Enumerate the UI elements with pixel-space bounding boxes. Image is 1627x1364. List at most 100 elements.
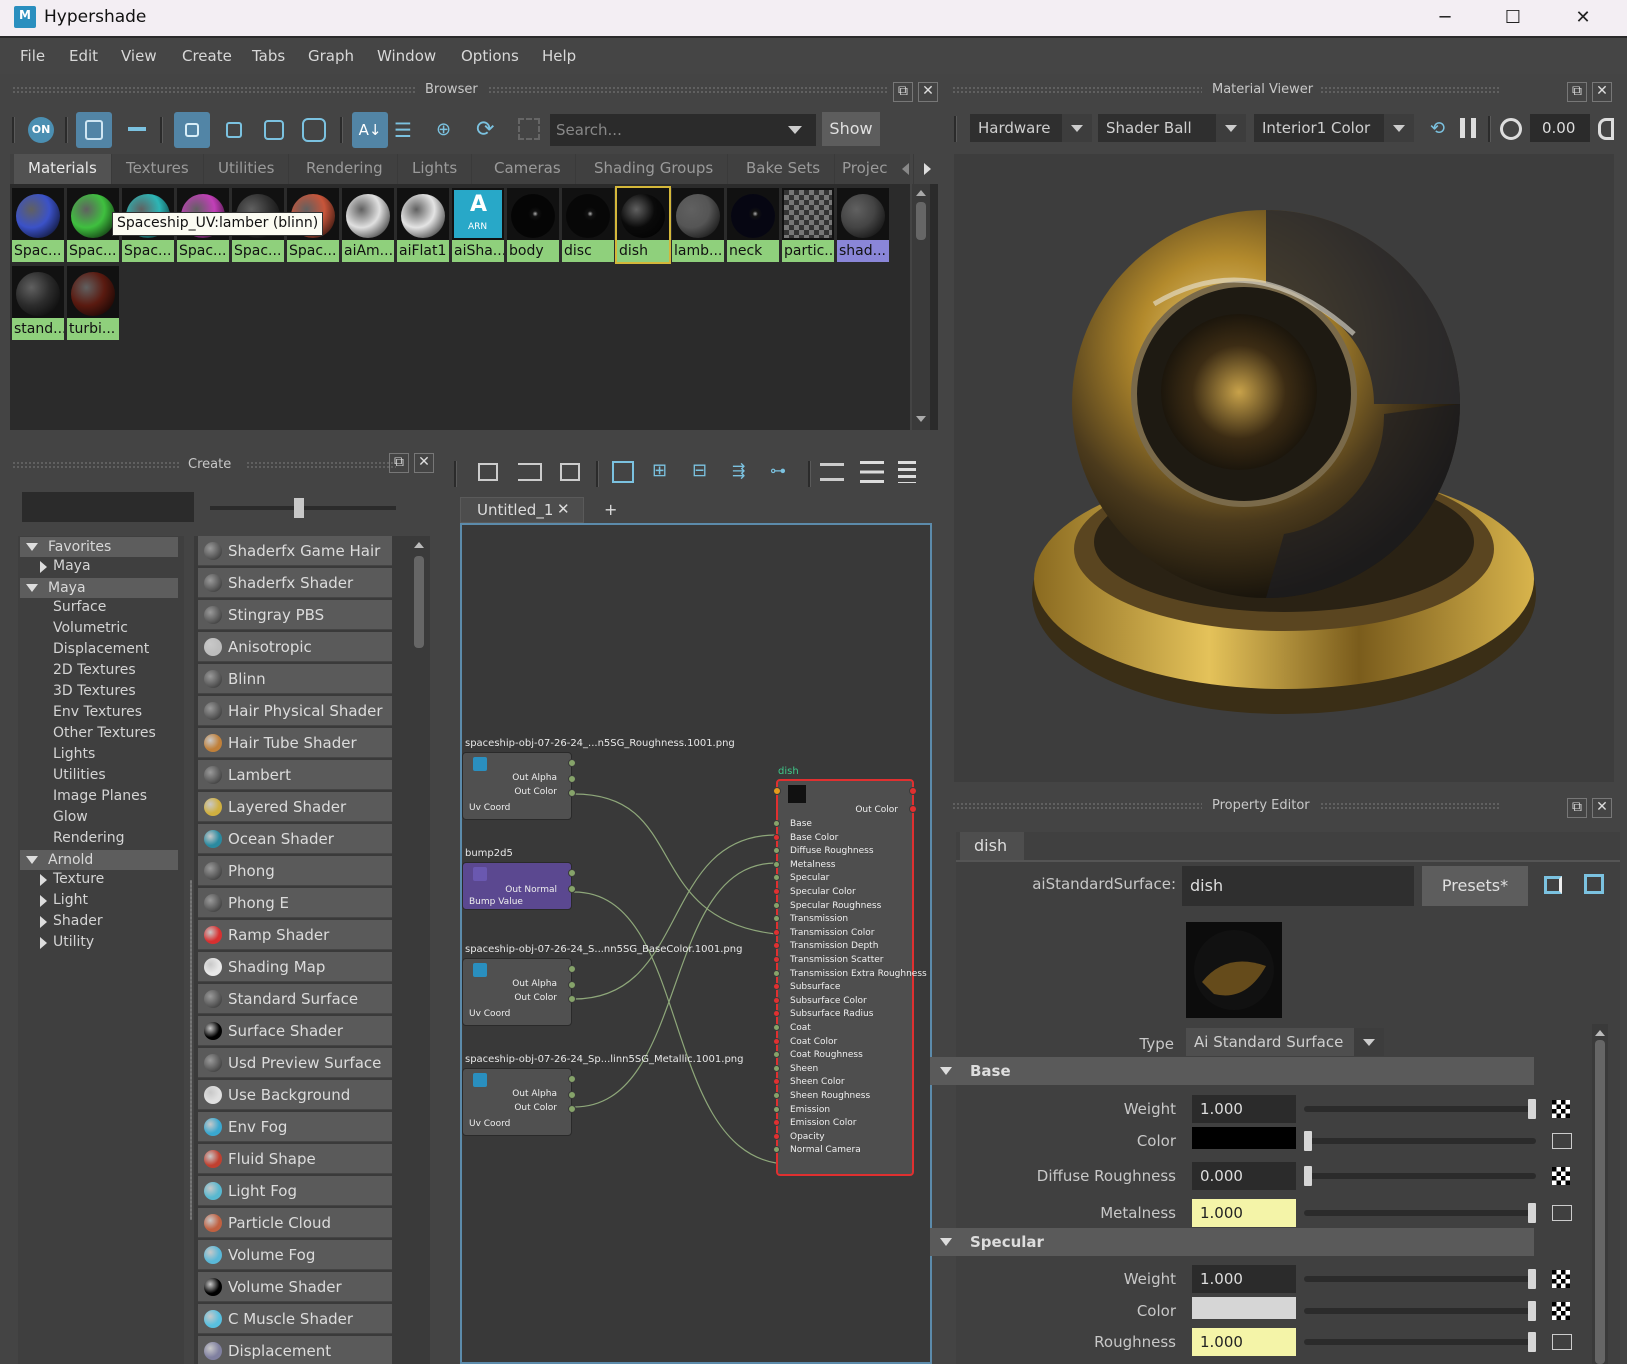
input-output-connections-icon[interactable]	[518, 463, 542, 481]
sort-by-name-button[interactable]: A↓	[352, 112, 388, 148]
attr-input-port[interactable]	[773, 820, 780, 827]
attr-input-port[interactable]	[773, 1132, 780, 1140]
browser-float-button[interactable]: ⧉	[893, 82, 913, 102]
attr-input-port[interactable]	[773, 1105, 780, 1113]
geometry-dropdown[interactable]: Shader Ball	[1098, 114, 1246, 142]
collapsed-icon[interactable]	[40, 874, 47, 886]
material-swatch[interactable]: partic...	[782, 188, 834, 262]
shader-list-item[interactable]: Volume Fog	[198, 1240, 392, 1270]
attr-input-port[interactable]	[773, 860, 780, 868]
property-slider[interactable]	[1304, 1276, 1536, 1282]
shader-list-item[interactable]: Shaderfx Shader	[198, 568, 392, 598]
create-filter-input[interactable]	[22, 492, 194, 522]
tree-favorites[interactable]: Favorites	[20, 537, 178, 557]
slider-knob[interactable]	[1528, 1269, 1536, 1289]
menu-view[interactable]: View	[121, 47, 157, 65]
attr-input-port[interactable]	[773, 956, 780, 963]
tree-item[interactable]: 2D Textures	[53, 662, 136, 678]
collapsed-icon[interactable]	[40, 561, 47, 573]
tree-item[interactable]: Shader	[53, 913, 103, 929]
renderer-dropdown[interactable]: Hardware	[970, 114, 1092, 142]
splitter-grip[interactable]	[190, 880, 192, 1220]
shader-list-item[interactable]: Use Background	[198, 1080, 392, 1110]
node-name-input[interactable]: dish	[1182, 866, 1414, 906]
layout-icon[interactable]: ⊶	[770, 461, 794, 481]
tab-materials[interactable]: Materials	[14, 154, 112, 184]
viewer-grip-right[interactable]	[1320, 86, 1500, 94]
output-connections-icon[interactable]	[560, 463, 580, 481]
material-swatch[interactable]: stand...	[12, 266, 64, 340]
shader-list-item[interactable]: Light Fog	[198, 1176, 392, 1206]
attr-input-port[interactable]	[773, 874, 780, 882]
attr-input-port[interactable]	[773, 1010, 780, 1018]
collapsed-icon[interactable]	[40, 895, 47, 907]
property-value-input[interactable]: 1.000	[1192, 1328, 1296, 1356]
tree-item[interactable]: Texture	[53, 871, 104, 887]
tree-arnold[interactable]: Arnold	[20, 850, 178, 870]
render-refresh-icon[interactable]: ⟲	[1430, 118, 1452, 140]
create-grip[interactable]	[12, 461, 180, 469]
viewer-grip[interactable]	[952, 86, 1202, 94]
property-value-input[interactable]: 0.000	[1192, 1162, 1296, 1190]
node-output-port[interactable]	[568, 1075, 576, 1083]
scroll-thumb[interactable]	[414, 556, 424, 648]
menu-graph[interactable]: Graph	[308, 47, 354, 65]
shader-list-item[interactable]: Blinn	[198, 664, 392, 694]
material-swatch[interactable]: A ARN aiSha...	[452, 188, 504, 262]
as-icons-button[interactable]	[76, 112, 112, 148]
shader-list-item[interactable]: Ramp Shader	[198, 920, 392, 950]
tree-item[interactable]: Lights	[53, 746, 95, 762]
slider-knob[interactable]	[1304, 1166, 1312, 1186]
dish-out-color-port[interactable]	[909, 805, 917, 813]
slider-knob[interactable]	[1304, 1131, 1312, 1151]
scroll-up-icon[interactable]	[414, 542, 424, 548]
shader-list-item[interactable]: Stingray PBS	[198, 600, 392, 630]
shader-list-item[interactable]: Usd Preview Surface	[198, 1048, 392, 1078]
tree-item[interactable]: Env Textures	[53, 704, 142, 720]
texture-node[interactable]: Out Alpha Out Color Uv Coord	[462, 752, 576, 820]
texture-node[interactable]: Out Normal Bump Value	[462, 862, 576, 910]
menu-window[interactable]: Window	[377, 47, 436, 65]
presets-button[interactable]: Presets*	[1422, 866, 1528, 906]
dish-input-port[interactable]	[773, 787, 781, 795]
simple-view-icon[interactable]	[820, 463, 844, 481]
attr-input-port[interactable]	[773, 1051, 780, 1059]
scroll-down-icon[interactable]	[916, 416, 926, 422]
browser-grip[interactable]	[12, 86, 417, 94]
shader-list-item[interactable]: C Muscle Shader	[198, 1304, 392, 1334]
tree-item[interactable]: Rendering	[53, 830, 125, 846]
tab-untitled[interactable]: Untitled_1 ✕	[460, 497, 584, 523]
attr-input-port[interactable]	[773, 888, 780, 895]
close-tab-icon[interactable]: ✕	[557, 500, 570, 518]
shader-list-item[interactable]: Shaderfx Game Hair	[198, 536, 392, 566]
shader-list-item[interactable]: Hair Physical Shader	[198, 696, 392, 726]
shader-list-item[interactable]: Shading Map	[198, 952, 392, 982]
type-dropdown[interactable]: Ai Standard Surface	[1186, 1028, 1384, 1056]
node-output-port[interactable]	[568, 789, 576, 797]
menu-tabs[interactable]: Tabs	[252, 47, 285, 65]
property-slider[interactable]	[1304, 1138, 1536, 1144]
attr-input-port[interactable]	[773, 996, 780, 1004]
browser-grip-right[interactable]	[488, 86, 888, 94]
viewer-close-button[interactable]: ✕	[1592, 82, 1612, 102]
slider-knob[interactable]	[1528, 1301, 1536, 1321]
search-dropdown-icon[interactable]	[788, 126, 802, 134]
shader-list-item[interactable]: Phong E	[198, 888, 392, 918]
as-list-icon[interactable]	[128, 127, 146, 131]
full-view-icon[interactable]	[898, 461, 916, 483]
tree-item[interactable]: Utility	[53, 934, 94, 950]
shader-list-item[interactable]: Displacement	[198, 1336, 392, 1364]
node-output-port[interactable]	[568, 1105, 576, 1113]
tab-utilities[interactable]: Utilities	[204, 154, 290, 184]
texture-node[interactable]: Out Alpha Out Color Uv Coord	[462, 1068, 576, 1136]
node-output-port[interactable]	[568, 759, 576, 767]
exposure-input[interactable]: 0.00	[1530, 114, 1590, 142]
map-connection-icon[interactable]	[1552, 1133, 1572, 1149]
dish-node[interactable]: Out Color Base Base Color Diffuse Roughnes…	[773, 779, 927, 1176]
tree-item[interactable]: Utilities	[53, 767, 106, 783]
node-output-port[interactable]	[568, 965, 576, 973]
exposure-icon[interactable]	[1500, 118, 1522, 140]
menu-options[interactable]: Options	[461, 47, 519, 65]
attr-input-port[interactable]	[773, 1037, 780, 1045]
material-swatch[interactable]: body	[507, 188, 559, 262]
